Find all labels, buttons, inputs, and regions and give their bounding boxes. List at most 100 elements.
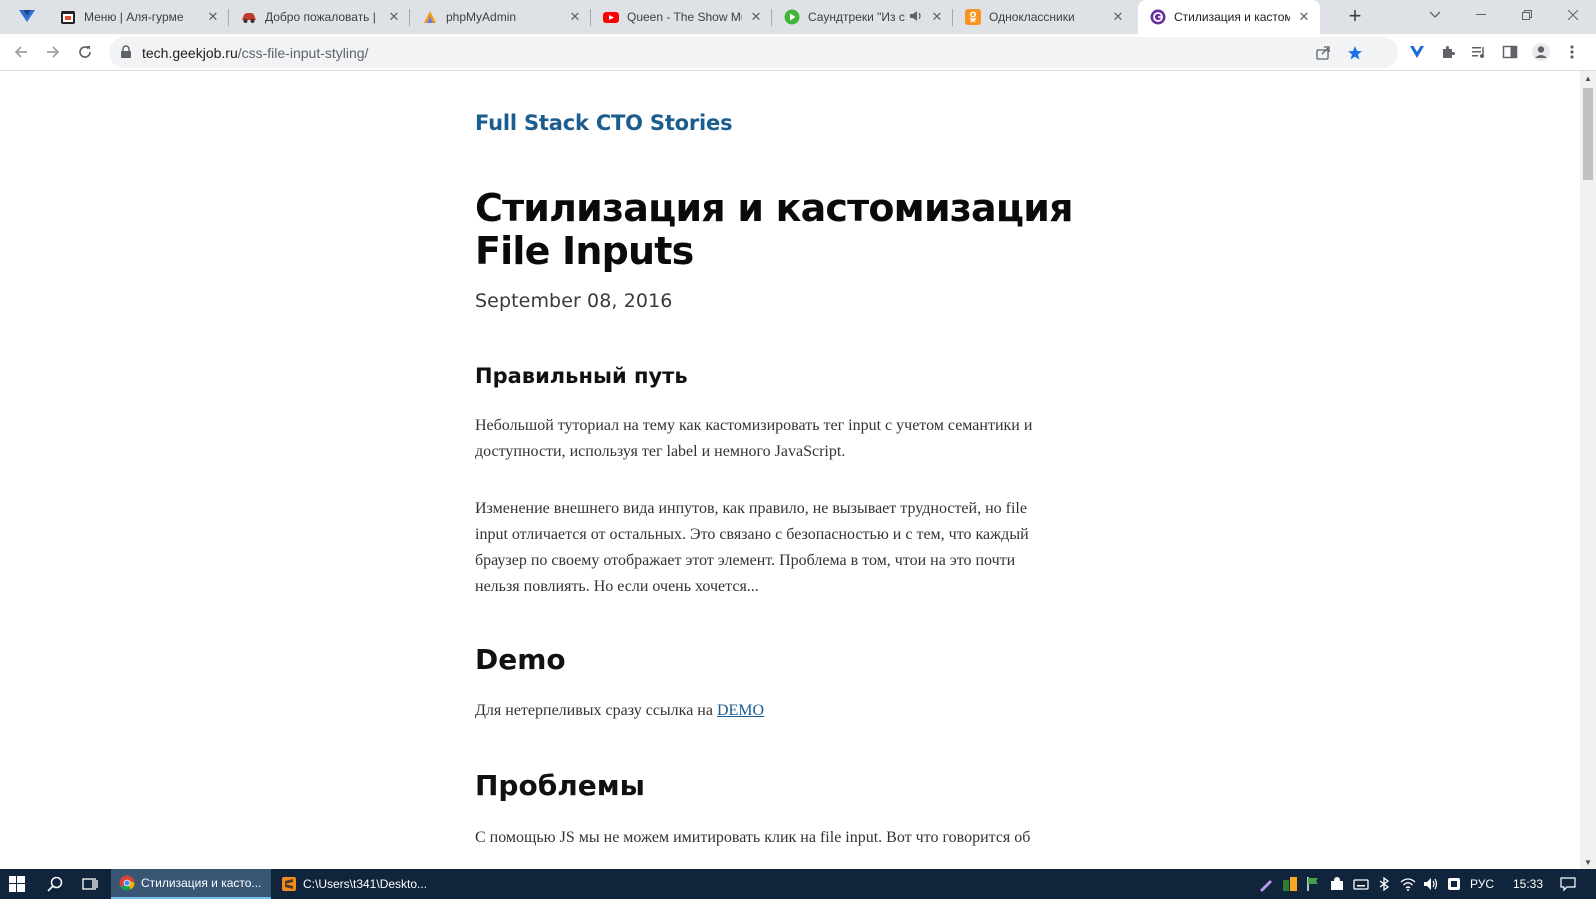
tab-title: Стилизация и кастом [1174,10,1290,24]
tab-title: Одноклассники [989,10,1075,24]
post-date: September 08, 2016 [475,290,673,312]
taskbar-app-label: Стилизация и касто... [141,876,262,890]
lock-icon[interactable] [119,45,133,59]
bookmark-star-icon[interactable] [1345,43,1365,63]
demo-link[interactable]: DEMO [717,702,764,719]
url-host: tech.geekjob.ru [142,45,238,61]
paragraph-line: нельзя повлиять. Но если очень хочется..… [475,578,759,595]
network-app-icon[interactable] [1329,876,1345,892]
paragraph-line: доступности, используя тег label и немно… [475,443,846,460]
share-icon[interactable] [1313,43,1333,63]
page-scrollbar[interactable]: ▲ ▼ [1580,71,1596,871]
taskbar-app-chrome[interactable]: Стилизация и касто... [111,869,271,899]
taskbar-app-label: C:\Users\t341\Deskto... [303,877,428,891]
close-window-icon[interactable] [1550,0,1596,30]
yandex-icon [18,8,36,29]
profile-avatar-icon[interactable] [1530,41,1552,63]
reload-icon[interactable] [72,39,98,65]
tab-title: phpMyAdmin [446,10,517,24]
section-heading: Правильный путь [475,364,688,388]
close-tab-icon[interactable]: ✕ [929,9,945,25]
section-heading: Demo [475,643,566,676]
paragraph: Для нетерпеливых сразу ссылка на DEMO [475,698,1095,724]
paragraph-line: Изменение внешнего вида инпутов, как пра… [475,500,1027,517]
browser-tab[interactable]: Меню | Аля-гурме ✕ [48,0,229,34]
media-controls-icon[interactable] [1468,41,1490,63]
wifi-icon[interactable] [1400,876,1416,892]
url-path: /css-file-input-styling/ [237,45,369,61]
browser-tab[interactable]: Одноклассники ✕ [953,0,1134,34]
close-tab-icon[interactable]: ✕ [205,9,221,25]
browser-tab[interactable]: Саундтреки "Из с ✕ [772,0,953,34]
back-icon[interactable] [8,39,34,65]
bluetooth-icon[interactable] [1376,876,1392,892]
address-bar[interactable]: tech.geekjob.ru/css-file-input-styling/ [109,37,1398,68]
paragraph-line: браузер по своему отображает этот элемен… [475,552,1016,569]
task-view-icon[interactable] [73,869,107,899]
extensions-puzzle-icon[interactable] [1437,41,1459,63]
flag-icon[interactable] [1305,876,1321,892]
paragraph-line: С помощью JS мы не можем имитировать кли… [475,829,1031,846]
tab-strip: Меню | Аля-гурме ✕ Добро пожаловать | E … [0,0,1596,34]
close-tab-icon[interactable]: ✕ [1296,9,1312,25]
post-title-line: Стилизация и кастомизация [475,186,1073,230]
pinned-tab[interactable] [10,6,44,30]
site-title-link[interactable]: Full Stack CTO Stories [475,111,733,135]
tab-title: Добро пожаловать | E [265,10,380,24]
minimize-icon[interactable] [1458,0,1504,30]
tab-search-icon[interactable] [1412,0,1458,30]
scroll-thumb[interactable] [1583,88,1593,180]
close-tab-icon[interactable]: ✕ [386,9,402,25]
close-tab-icon[interactable]: ✕ [748,9,764,25]
browser-menu-icon[interactable] [1561,41,1583,63]
side-panel-icon[interactable] [1499,41,1521,63]
play-icon [784,9,800,25]
forward-icon[interactable] [40,39,66,65]
chrome-icon [119,875,135,891]
calendar-icon [60,9,76,25]
volume-icon[interactable] [1423,876,1439,892]
new-tab-button[interactable]: + [1343,5,1367,29]
input-language[interactable]: РУС [1470,877,1494,891]
paragraph-line: Небольшой туториал на тему как кастомизи… [475,417,1033,434]
post-title-line: File Inputs [475,229,694,273]
tab-title: Меню | Аля-гурме [84,10,184,24]
paragraph: Изменение внешнего вида инпутов, как пра… [475,496,1095,600]
paragraph: Небольшой туториал на тему как кастомизи… [475,413,1095,465]
search-icon[interactable] [38,869,72,899]
paragraph: С помощью JS мы не можем имитировать кли… [475,825,1095,851]
paragraph-line: input отличается от остальных. Это связа… [475,526,1029,543]
browser-tab[interactable]: Queen - The Show Mu ✕ [591,0,772,34]
pen-icon[interactable] [1258,876,1274,892]
url-text[interactable]: tech.geekjob.ru/css-file-input-styling/ [142,45,368,61]
vpn-icon[interactable] [1446,876,1462,892]
web-page: Full Stack CTO Stories Стилизация и каст… [0,71,1580,871]
notifications-icon[interactable] [1560,876,1576,892]
browser-tab[interactable]: Добро пожаловать | E ✕ [229,0,410,34]
demo-text: Для нетерпеливых сразу ссылка на [475,702,717,719]
start-windows-icon[interactable] [0,869,34,899]
scroll-up-arrow-icon[interactable]: ▲ [1580,71,1596,87]
car-icon [241,9,257,25]
windows-taskbar: Стилизация и касто... C:\Users\t341\Desk… [0,869,1596,899]
odnoklassniki-icon [965,9,981,25]
app-tray-icon[interactable] [1282,876,1298,892]
yandex-extension-icon[interactable] [1406,41,1428,63]
browser-tab-active[interactable]: Стилизация и кастом ✕ [1138,0,1320,34]
close-tab-icon[interactable]: ✕ [567,9,583,25]
browser-tab[interactable]: phpMyAdmin ✕ [410,0,591,34]
restore-icon[interactable] [1504,0,1550,30]
tab-title: Queen - The Show Mu [627,10,742,24]
browser-toolbar: tech.geekjob.ru/css-file-input-styling/ [0,34,1596,71]
phpmyadmin-icon [422,9,438,25]
post-title: Стилизация и кастомизация File Inputs [475,187,1115,273]
close-tab-icon[interactable]: ✕ [1110,9,1126,25]
geekjob-icon [1150,9,1166,25]
clock-time[interactable]: 15:33 [1513,877,1543,891]
speaker-icon[interactable] [909,9,923,26]
keyboard-icon[interactable] [1353,876,1369,892]
youtube-icon [603,9,619,25]
taskbar-app-sublime[interactable]: C:\Users\t341\Deskto... [273,869,433,899]
tab-title: Саундтреки "Из с [808,10,905,24]
sublime-icon [281,876,297,892]
